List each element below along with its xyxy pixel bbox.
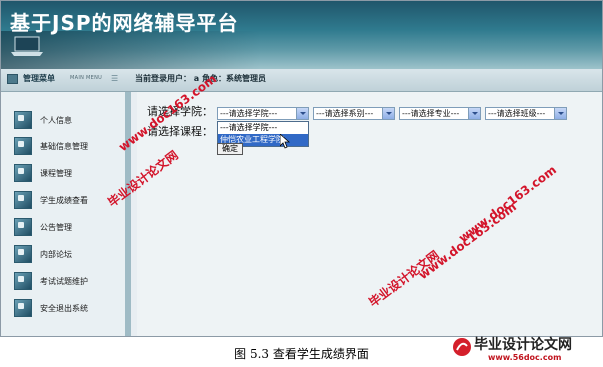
- exam-icon: [14, 272, 32, 290]
- logo-url: www.56doc.com: [488, 353, 562, 362]
- sidebar-item-label: 内部论坛: [40, 249, 72, 259]
- logout-icon: [14, 299, 32, 317]
- sidebar: 个人信息 基础信息管理 课程管理 学生成绩查看 公告管理 内部论坛 考试试题维护: [1, 92, 131, 336]
- college-select[interactable]: ---请选择学院---: [217, 107, 309, 120]
- logo-text: 毕业设计论文网: [474, 337, 572, 353]
- laptop-icon: [11, 36, 43, 56]
- mouse-cursor-icon: [280, 134, 290, 149]
- grades-icon: [14, 191, 32, 209]
- sidebar-item-course[interactable]: 课程管理: [14, 162, 126, 184]
- sidebar-item-notice[interactable]: 公告管理: [14, 216, 126, 238]
- department-select-value: ---请选择系别---: [316, 109, 374, 118]
- logo-icon: [453, 338, 471, 356]
- sidebar-item-exam[interactable]: 考试试题维护: [14, 270, 126, 292]
- sidebar-item-personal-info[interactable]: 个人信息: [14, 109, 126, 131]
- college-select-value: ---请选择学院---: [220, 109, 278, 118]
- department-select[interactable]: ---请选择系别---: [313, 107, 395, 120]
- course-icon: [14, 164, 32, 182]
- sidebar-item-label: 个人信息: [40, 115, 72, 125]
- sidebar-item-label: 考试试题维护: [40, 276, 88, 286]
- site-logo: 毕业设计论文网 www.56doc.com: [452, 333, 602, 367]
- sidebar-item-label: 安全退出系统: [40, 303, 88, 313]
- header-banner: 基于JSP的网络辅导平台: [1, 1, 602, 69]
- sidebar-item-label: 公告管理: [40, 222, 72, 232]
- class-select[interactable]: ---请选择班级---: [485, 107, 567, 120]
- base-info-icon: [14, 137, 32, 155]
- menu-toggle-icon[interactable]: ☰: [111, 75, 119, 83]
- menu-subtitle: MAIN MENU: [70, 75, 103, 81]
- menu-title: 管理菜单: [23, 74, 55, 83]
- user-info-icon: [14, 111, 32, 129]
- app-window: 基于JSP的网络辅导平台 管理菜单 MAIN MENU ☰ 当前登录用户： a …: [0, 0, 603, 337]
- forum-icon: [14, 245, 32, 263]
- dropdown-option[interactable]: ---请选择学院---: [218, 122, 308, 134]
- sidebar-item-label: 学生成绩查看: [40, 195, 88, 205]
- sidebar-item-forum[interactable]: 内部论坛: [14, 243, 126, 265]
- confirm-button[interactable]: 确定: [217, 143, 243, 155]
- major-select-value: ---请选择专业---: [402, 109, 460, 118]
- sidebar-item-logout[interactable]: 安全退出系统: [14, 297, 126, 319]
- class-select-value: ---请选择班级---: [488, 109, 546, 118]
- major-select[interactable]: ---请选择专业---: [399, 107, 481, 120]
- menu-bar: 管理菜单 MAIN MENU ☰ 当前登录用户： a 角色：系统管理员: [1, 69, 602, 92]
- sidebar-item-label: 基础信息管理: [40, 141, 88, 151]
- sidebar-item-label: 课程管理: [40, 168, 72, 178]
- notice-icon: [14, 218, 32, 236]
- chevron-down-icon: [382, 108, 394, 119]
- sidebar-item-base-info[interactable]: 基础信息管理: [14, 135, 126, 157]
- chevron-down-icon: [296, 108, 308, 119]
- chevron-down-icon: [554, 108, 566, 119]
- chevron-down-icon: [468, 108, 480, 119]
- menu-icon: [7, 74, 18, 84]
- page-title: 基于JSP的网络辅导平台: [10, 11, 239, 35]
